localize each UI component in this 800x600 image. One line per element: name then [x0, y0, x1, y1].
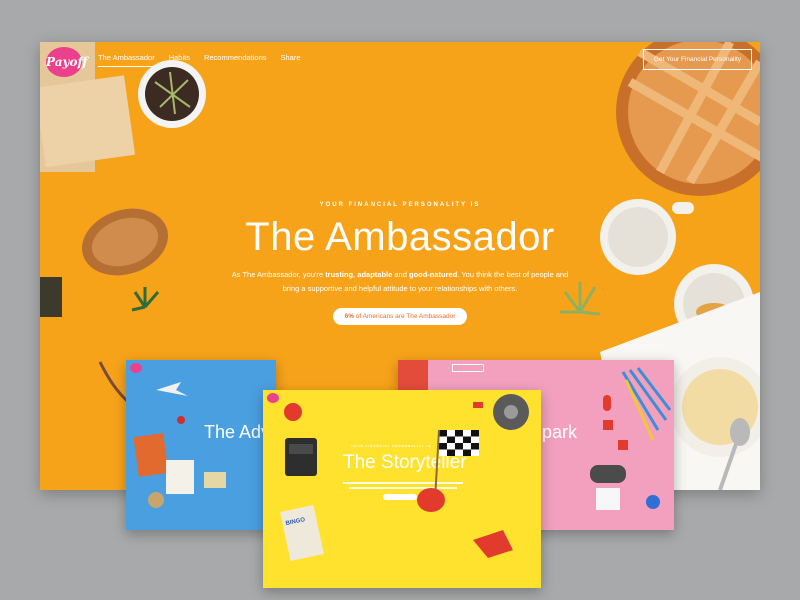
checkered-flag-illustration — [434, 429, 479, 501]
nav-item-the-ambassador[interactable]: The Ambassador — [98, 53, 155, 67]
nav-item-share[interactable]: Share — [281, 53, 301, 67]
bingo-card-illustration — [280, 505, 324, 561]
get-financial-personality-button[interactable]: Get Your Financial Personality — [642, 49, 752, 70]
hero-description: As The Ambassador, you're trusting, adap… — [231, 270, 569, 293]
thumbnail-storyteller[interactable]: YOUR FINANCIAL PERSONALITY IS The Storyt… — [263, 390, 541, 588]
payoff-logo[interactable]: Payoff — [46, 47, 87, 77]
storyteller-objects: BINGO — [280, 394, 529, 561]
adventurer-objects — [133, 382, 226, 508]
hero-eyebrow: YOUR FINANCIAL PERSONALITY IS — [319, 202, 481, 208]
hero-section: YOUR FINANCIAL PERSONALITY IS The Ambass… — [40, 202, 760, 325]
nav-links: The Ambassador Habits Recommendations Sh… — [98, 53, 301, 67]
top-navigation: Payoff The Ambassador Habits Recommendat… — [40, 42, 760, 82]
thumbnail-adventurer[interactable]: The Adv — [126, 360, 276, 530]
percentage-pill[interactable]: 6% of Americans are The Ambassador — [332, 308, 468, 325]
notebook-illustration — [133, 433, 169, 477]
nav-item-recommendations[interactable]: Recommendations — [204, 53, 267, 67]
hero-title: The Ambassador — [245, 215, 555, 259]
nav-item-habits[interactable]: Habits — [169, 53, 190, 67]
amp-illustration — [285, 438, 317, 476]
